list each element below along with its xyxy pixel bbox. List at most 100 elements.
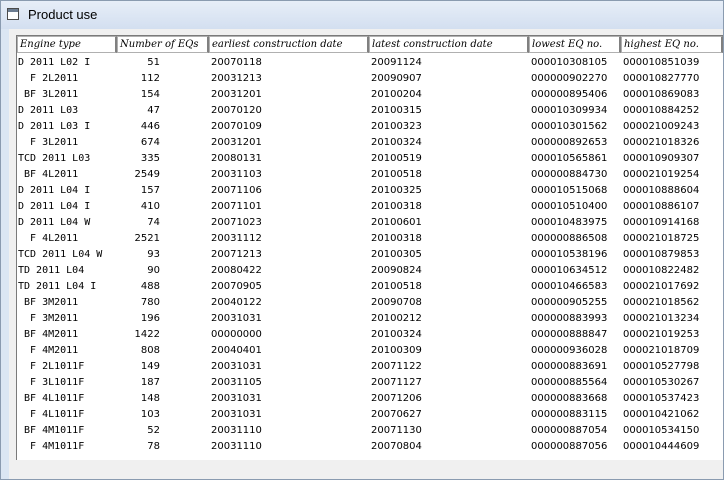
cell-latest-date: 20090708 xyxy=(371,297,422,308)
table-row[interactable]: TD 2011 L04 90 20080422 20090824 00001063451… xyxy=(17,263,723,279)
cell-lowest-eq-no: 000000902270 xyxy=(531,73,608,84)
cell-engine-type: F 2L2011 xyxy=(18,73,79,84)
cell-highest-eq-no: 000010534150 xyxy=(623,425,700,436)
cell-number-of-eqs: 149 xyxy=(140,361,160,372)
cell-number-of-eqs: 488 xyxy=(140,281,160,292)
cell-earliest-date: 20071106 xyxy=(211,185,262,196)
cell-engine-type: F 4M2011 xyxy=(18,345,79,356)
cell-latest-date: 20100325 xyxy=(371,185,422,196)
cell-number-of-eqs: 148 xyxy=(140,393,160,404)
cell-lowest-eq-no: 000000886508 xyxy=(531,233,608,244)
cell-engine-type: BF 4M2011 xyxy=(18,329,79,340)
cell-latest-date: 20100323 xyxy=(371,121,422,132)
table-row[interactable]: F 4M1011F 78 20031110 20070804 000000887056 0… xyxy=(17,439,723,455)
cell-latest-date: 20100309 xyxy=(371,345,422,356)
column-header-engine-type[interactable]: Engine type xyxy=(17,36,117,53)
cell-latest-date: 20100315 xyxy=(371,105,422,116)
table-row[interactable]: F 2L2011 112 20031213 20090907 000000902270 0… xyxy=(17,71,723,87)
cell-earliest-date: 20071101 xyxy=(211,201,262,212)
column-header-lowest-eq-no[interactable]: lowest EQ no. xyxy=(529,36,621,53)
cell-latest-date: 20071130 xyxy=(371,425,422,436)
table-row[interactable]: F 4L1011F 103 20031031 20070627 000000883115… xyxy=(17,407,723,423)
table-row[interactable]: BF 4L1011F 148 20031031 20071206 00000088366… xyxy=(17,391,723,407)
title-bar[interactable]: Product use xyxy=(1,1,723,29)
cell-latest-date: 20100601 xyxy=(371,217,422,228)
cell-engine-type: F 4L2011 xyxy=(18,233,79,244)
cell-latest-date: 20100305 xyxy=(371,249,422,260)
cell-latest-date: 20070627 xyxy=(371,409,422,420)
cell-lowest-eq-no: 000000883993 xyxy=(531,313,608,324)
cell-engine-type: BF 4L1011F xyxy=(18,393,85,404)
table-header: Engine type Number of EQs earliest const… xyxy=(17,36,723,54)
table-row[interactable]: D 2011 L04 W 74 20071023 20100601 0000104839… xyxy=(17,215,723,231)
table-row[interactable]: TCD 2011 L03 335 20080131 20100519 000010565… xyxy=(17,151,723,167)
table-row[interactable]: D 2011 L04 I 157 20071106 20100325 000010515… xyxy=(17,183,723,199)
cell-number-of-eqs: 51 xyxy=(147,57,160,68)
cell-lowest-eq-no: 000010466583 xyxy=(531,281,608,292)
cell-earliest-date: 20031110 xyxy=(211,441,262,452)
table-row[interactable]: BF 4M2011 1422 00000000 20100324 00000088884… xyxy=(17,327,723,343)
table-row[interactable]: BF 4L2011 2549 20031103 20100518 00000088473… xyxy=(17,167,723,183)
column-header-highest-eq-no[interactable]: highest EQ no. xyxy=(621,36,723,53)
cell-latest-date: 20100212 xyxy=(371,313,422,324)
table-row[interactable]: BF 3M2011 780 20040122 20090708 000000905255… xyxy=(17,295,723,311)
table-row[interactable]: F 4M2011 808 20040401 20100309 000000936028 0… xyxy=(17,343,723,359)
column-header-number-of-eqs[interactable]: Number of EQs xyxy=(117,36,209,53)
cell-number-of-eqs: 410 xyxy=(140,201,160,212)
table-row[interactable]: TD 2011 L04 I 488 20070905 20100518 00001046… xyxy=(17,279,723,295)
cell-lowest-eq-no: 000010483975 xyxy=(531,217,608,228)
column-header-latest-construction-date[interactable]: latest construction date xyxy=(369,36,529,53)
window-app-icon xyxy=(7,8,19,20)
cell-highest-eq-no: 000021018562 xyxy=(623,297,700,308)
table-row[interactable]: D 2011 L03 47 20070120 20100315 000010309934… xyxy=(17,103,723,119)
table-row[interactable]: BF 4M1011F 52 20031110 20071130 000000887054… xyxy=(17,423,723,439)
cell-earliest-date: 20071023 xyxy=(211,217,262,228)
cell-lowest-eq-no: 000000895406 xyxy=(531,89,608,100)
cell-engine-type: TD 2011 L04 xyxy=(18,265,85,276)
table-row[interactable]: F 2L1011F 149 20031031 20071122 000000883691… xyxy=(17,359,723,375)
cell-highest-eq-no: 000010884252 xyxy=(623,105,700,116)
cell-earliest-date: 20070118 xyxy=(211,57,262,68)
table-row[interactable]: D 2011 L02 I 51 20070118 20091124 0000103081… xyxy=(17,55,723,71)
table-row[interactable]: F 3L2011 674 20031201 20100324 000000892653 0… xyxy=(17,135,723,151)
cell-highest-eq-no: 000010909307 xyxy=(623,153,700,164)
cell-engine-type: BF 3M2011 xyxy=(18,297,79,308)
table-row[interactable]: D 2011 L03 I 446 20070109 20100323 000010301… xyxy=(17,119,723,135)
cell-engine-type: D 2011 L03 xyxy=(18,105,79,116)
table-row[interactable]: F 3L1011F 187 20031105 20071127 000000885564… xyxy=(17,375,723,391)
cell-earliest-date: 20080131 xyxy=(211,153,262,164)
cell-number-of-eqs: 74 xyxy=(147,217,160,228)
table-row[interactable]: TCD 2011 L04 W 93 20071213 20100305 00001053… xyxy=(17,247,723,263)
table-row[interactable]: F 3M2011 196 20031031 20100212 000000883993 0… xyxy=(17,311,723,327)
table-row[interactable]: F 4L2011 2521 20031112 20100318 000000886508… xyxy=(17,231,723,247)
cell-highest-eq-no: 000010527798 xyxy=(623,361,700,372)
cell-engine-type: TCD 2011 L03 xyxy=(18,153,91,164)
table-row[interactable]: D 2011 L04 I 410 20071101 20100318 000010510… xyxy=(17,199,723,215)
column-header-earliest-construction-date[interactable]: earliest construction date xyxy=(209,36,369,53)
cell-latest-date: 20100518 xyxy=(371,169,422,180)
cell-engine-type: F 4L1011F xyxy=(18,409,85,420)
cell-earliest-date: 20031103 xyxy=(211,169,262,180)
table-row[interactable]: BF 3L2011 154 20031201 20100204 000000895406… xyxy=(17,87,723,103)
cell-highest-eq-no: 000021018709 xyxy=(623,345,700,356)
cell-highest-eq-no: 000010851039 xyxy=(623,57,700,68)
cell-lowest-eq-no: 000000905255 xyxy=(531,297,608,308)
cell-number-of-eqs: 674 xyxy=(140,137,160,148)
cell-engine-type: D 2011 L02 I xyxy=(18,57,91,68)
cell-latest-date: 20100518 xyxy=(371,281,422,292)
cell-number-of-eqs: 196 xyxy=(140,313,160,324)
cell-lowest-eq-no: 000010515068 xyxy=(531,185,608,196)
cell-earliest-date: 20031031 xyxy=(211,393,262,404)
cell-number-of-eqs: 47 xyxy=(147,105,160,116)
cell-highest-eq-no: 000010879853 xyxy=(623,249,700,260)
cell-highest-eq-no: 000010914168 xyxy=(623,217,700,228)
table-body: D 2011 L02 I 51 20070118 20091124 0000103081… xyxy=(17,55,723,455)
cell-earliest-date: 20070120 xyxy=(211,105,262,116)
cell-number-of-eqs: 154 xyxy=(140,89,160,100)
cell-latest-date: 20100204 xyxy=(371,89,422,100)
cell-highest-eq-no: 000010888604 xyxy=(623,185,700,196)
cell-earliest-date: 20070109 xyxy=(211,121,262,132)
cell-number-of-eqs: 335 xyxy=(140,153,160,164)
cell-latest-date: 20100318 xyxy=(371,233,422,244)
cell-highest-eq-no: 000010444609 xyxy=(623,441,700,452)
